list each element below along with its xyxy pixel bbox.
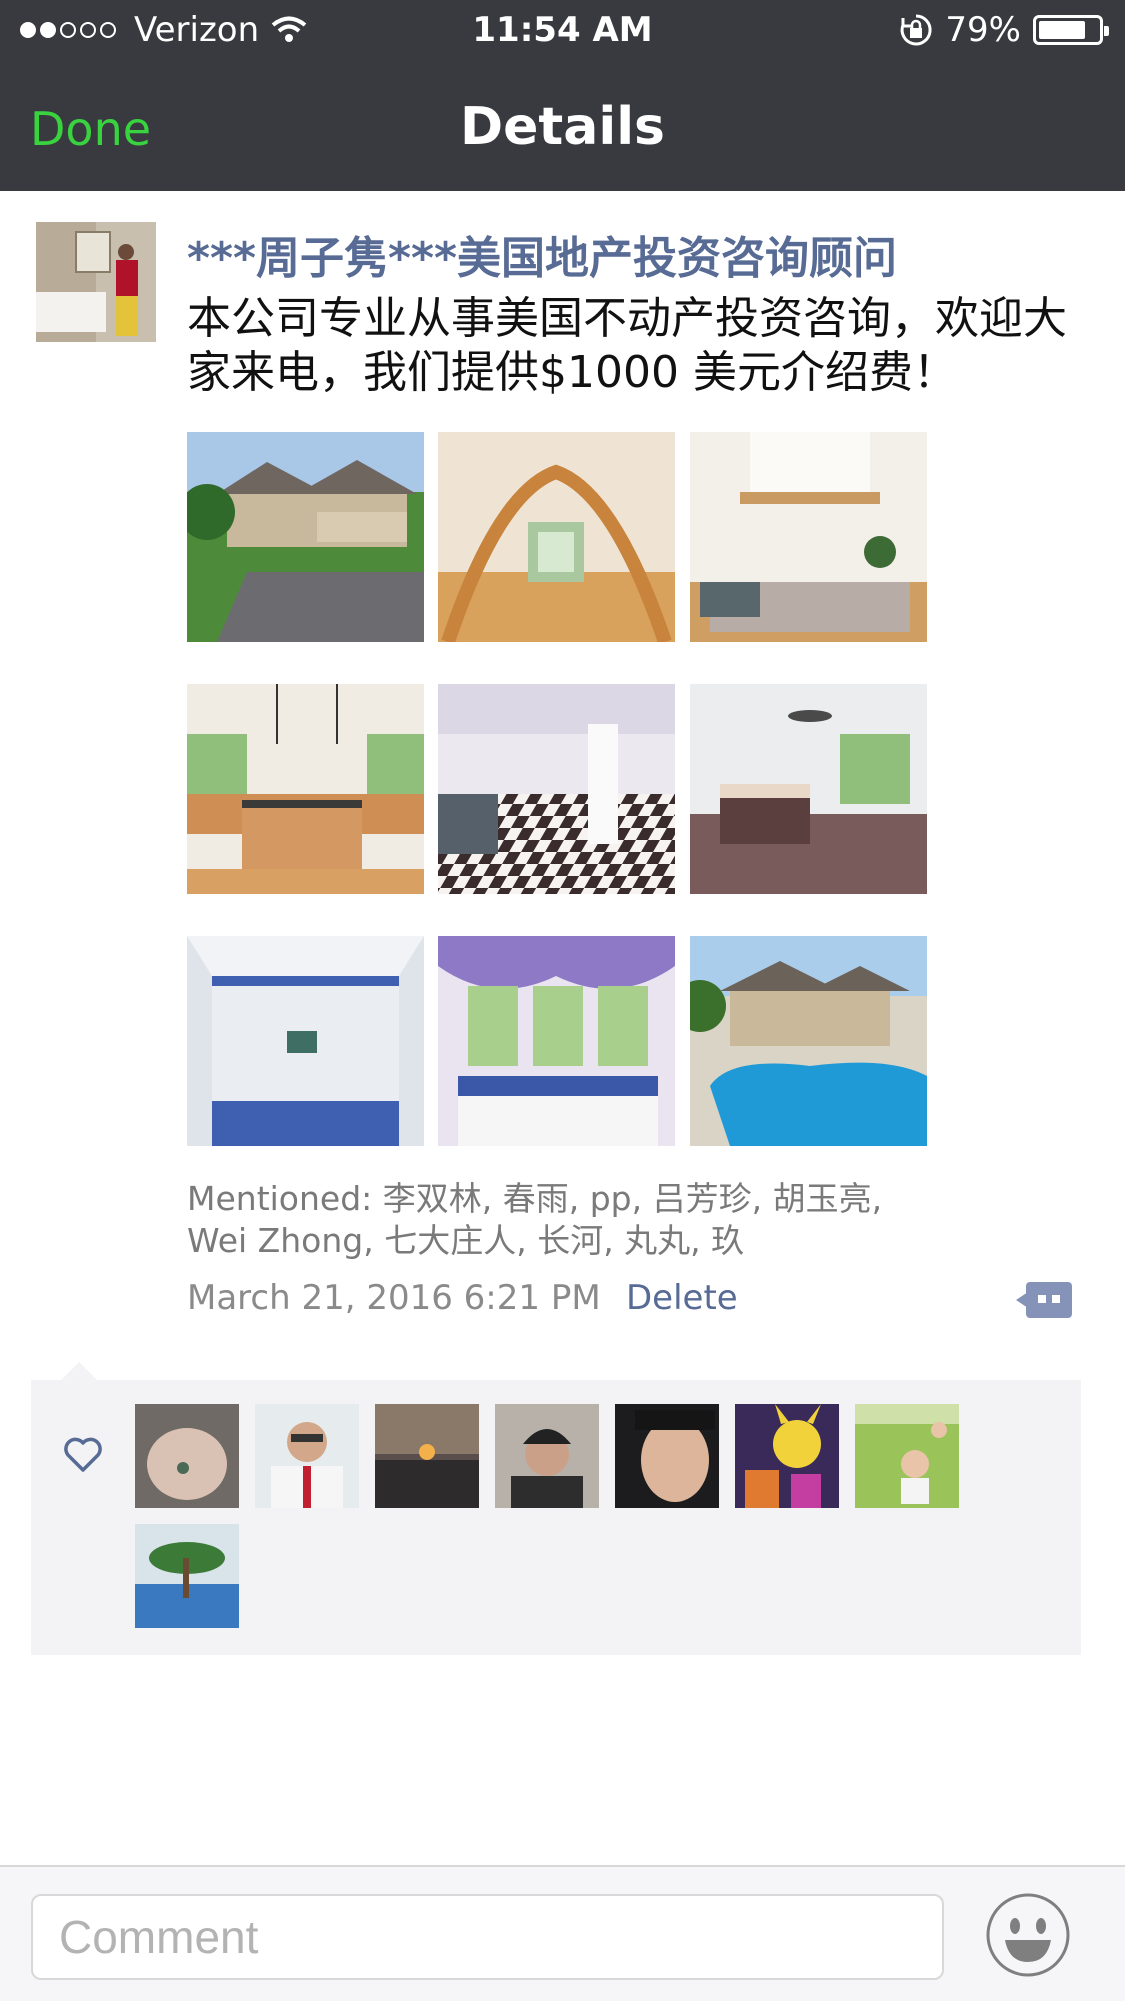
bedroom-photo[interactable]: [690, 684, 927, 894]
battery-icon: [1033, 15, 1109, 45]
battery-percentage: 79%: [945, 10, 1021, 50]
delete-button[interactable]: Delete: [626, 1278, 738, 1318]
heart-outline-icon: [64, 1437, 102, 1472]
comment-bar: [0, 1865, 1125, 2001]
pikachu-avatar[interactable]: [735, 1404, 839, 1508]
pool-photo[interactable]: [690, 936, 927, 1146]
comment-input[interactable]: [31, 1894, 944, 1980]
hands-tattoo-avatar[interactable]: [135, 1404, 239, 1508]
kids-on-grass-avatar[interactable]: [855, 1404, 959, 1508]
man-selfie-avatar[interactable]: [615, 1404, 719, 1508]
post-text: 本公司专业从事美国不动产投资咨询，欢迎大家来电，我们提供$1000 美元介绍费！: [187, 293, 1067, 398]
top-bar: Verizon 11:54 AM 79% Done Details: [0, 0, 1125, 191]
man-in-suit-avatar[interactable]: [255, 1404, 359, 1508]
navigation-bar: Done Details: [0, 62, 1125, 191]
author-avatar[interactable]: [36, 222, 156, 342]
staircase-foyer-photo[interactable]: [438, 432, 675, 642]
kitchen-photo[interactable]: [187, 684, 424, 894]
comment-icon[interactable]: [1016, 1278, 1074, 1322]
smiley-face-icon[interactable]: [985, 1892, 1071, 1978]
status-right: 79%: [899, 10, 1109, 50]
mentioned-list: Mentioned: 李双林, 春雨, pp, 吕芳珍, 胡玉亮, Wei Zh…: [187, 1179, 883, 1260]
shower-bathroom-photo[interactable]: [187, 936, 424, 1146]
bonsai-avatar[interactable]: [135, 1524, 239, 1628]
checkered-floor-basement-photo[interactable]: [438, 684, 675, 894]
likes-panel: [31, 1362, 1081, 1655]
post-timestamp: March 21, 2016 6:21 PM: [187, 1278, 601, 1318]
battery-level: [1039, 21, 1085, 39]
author-name[interactable]: ***周子隽***美国地产投资咨询顾问: [187, 222, 897, 286]
sunset-avatar[interactable]: [375, 1404, 479, 1508]
status-bar: Verizon 11:54 AM 79%: [0, 0, 1125, 62]
house-exterior-photo[interactable]: [187, 432, 424, 642]
man-in-cap-avatar[interactable]: [495, 1404, 599, 1508]
bathtub-photo[interactable]: [438, 936, 675, 1146]
page-title: Details: [460, 97, 665, 157]
rotation-lock-icon: [901, 14, 932, 46]
living-room-loft-photo[interactable]: [690, 432, 927, 642]
